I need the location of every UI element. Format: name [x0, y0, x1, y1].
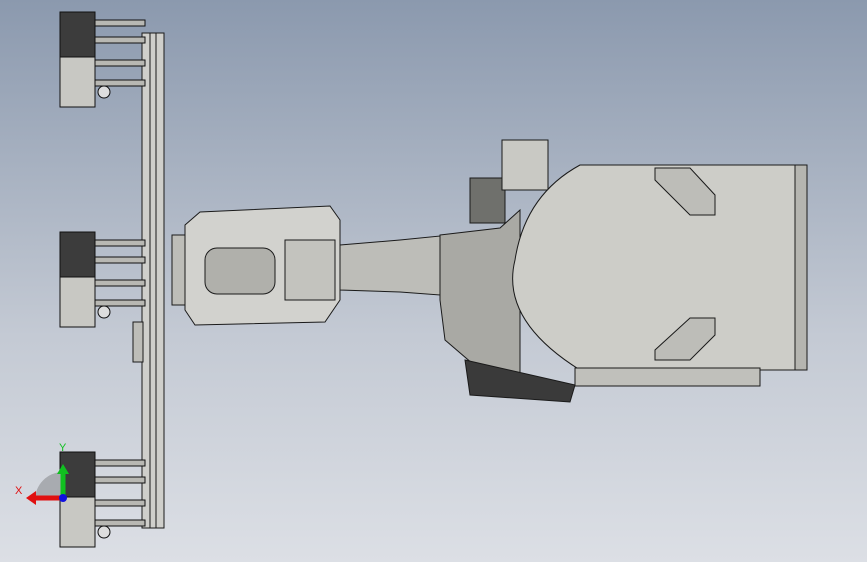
view-triad	[26, 464, 69, 505]
robot-arm	[339, 235, 441, 296]
gripper-group	[59, 11, 146, 548]
gripper-2	[59, 231, 146, 328]
cad-viewport[interactable]	[0, 0, 867, 562]
robot-wrist	[171, 205, 341, 326]
robot-base	[439, 139, 808, 403]
triad-x-label: X	[15, 485, 23, 497]
gripper-3	[59, 451, 146, 548]
triad-y-label: Y	[59, 442, 67, 454]
gripper-1	[59, 11, 146, 108]
